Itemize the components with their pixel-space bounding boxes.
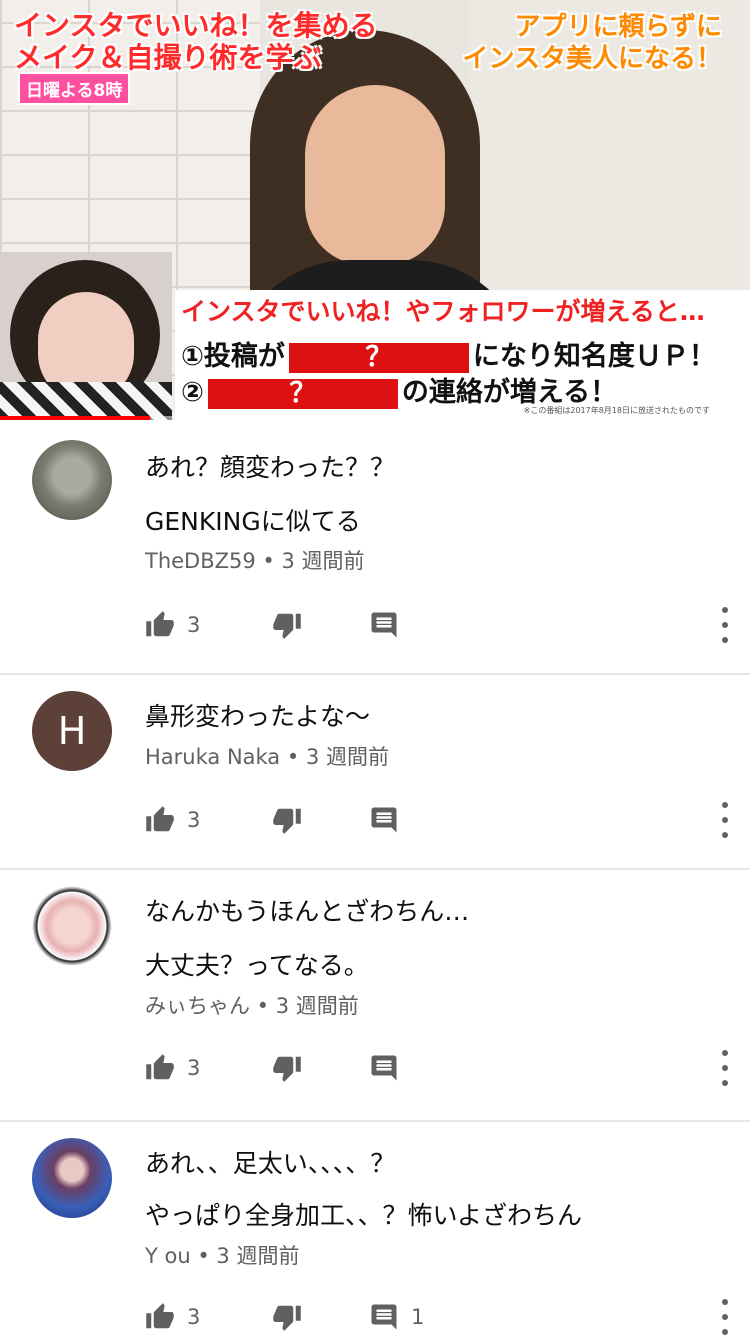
like-button[interactable]: 3 (145, 605, 200, 645)
comment-meta: Haruka Naka • 3 週間前 (145, 745, 389, 769)
comment-time: 3 週間前 (305, 745, 389, 769)
comment-text-line: あれ、、足太い、、、、？ (145, 1149, 396, 1178)
board-line-1: インスタでいいね！やフォロワーが増えると… (181, 297, 705, 326)
board-mask-2: ？ (207, 378, 398, 409)
comment-text-line: なんかもうほんとざわちん… (145, 897, 470, 926)
like-button[interactable]: 3 (145, 800, 200, 840)
thumb-up-icon (146, 806, 174, 832)
comment-meta: Y ou • 3 週間前 (145, 1244, 300, 1268)
avatar[interactable]: H (32, 691, 112, 771)
comment-item: H 鼻形変わったよな〜 Haruka Naka • 3 週間前 3 (0, 675, 750, 870)
author-name[interactable]: みぃちゃん (145, 994, 250, 1018)
avatar[interactable] (32, 886, 112, 966)
like-count: 3 (187, 1305, 201, 1329)
comment-text-line: GENKINGに似てる (145, 507, 361, 536)
like-count: 3 (187, 808, 201, 832)
comment-meta: みぃちゃん • 3 週間前 (145, 994, 359, 1018)
comment-icon (371, 807, 397, 833)
comment-actions: 3 (145, 1048, 730, 1088)
comment-item: あれ、、足太い、、、、？ やっぱり全身加工、、？怖いよざわちん Y ou • 3… (0, 1122, 750, 1342)
author-name[interactable]: TheDBZ59 (145, 549, 256, 573)
comment-icon (371, 1304, 397, 1330)
broadcast-note: ※この番組は2017年8月18日に放送されたものです (523, 406, 710, 415)
caption-right-2: インスタ美人になる！ (462, 44, 722, 74)
dislike-button[interactable] (272, 800, 302, 840)
video-player[interactable]: インスタでいいね！を集める メイク＆自撮り術を学ぶ 日曜よる8時 アプリに頼らず… (0, 0, 750, 420)
caption-title-2: メイク＆自撮り術を学ぶ (14, 41, 322, 74)
comment-text-line: あれ？顔変わった？？ (145, 453, 396, 482)
comment-time: 3 週間前 (216, 1244, 300, 1268)
thumb-up-icon (146, 1303, 174, 1329)
schedule-tag: 日曜よる8時 (18, 72, 131, 105)
more-vert-icon[interactable] (720, 1299, 730, 1335)
author-name[interactable]: Y ou (145, 1244, 191, 1268)
more-vert-icon[interactable] (720, 607, 730, 643)
comment-text-line: やっぱり全身加工、、？怖いよざわちん (145, 1201, 583, 1230)
thumb-up-icon (146, 1054, 174, 1080)
avatar[interactable] (32, 1138, 112, 1218)
comment-actions: 3 (145, 800, 730, 840)
comment-actions: 3 1 (145, 1297, 730, 1337)
comment-meta: TheDBZ59 • 3 週間前 (145, 549, 365, 573)
comment-item: あれ？顔変わった？？ GENKINGに似てる TheDBZ59 • 3 週間前 … (0, 420, 750, 675)
like-count: 3 (187, 613, 201, 637)
board-line-3: ②？の連絡が増える！ (181, 377, 618, 409)
like-button[interactable]: 3 (145, 1048, 200, 1088)
comment-icon (371, 1055, 397, 1081)
comment-text-line: 大丈夫？ってなる。 (145, 951, 369, 980)
thumb-down-icon (273, 1305, 301, 1331)
dislike-button[interactable] (272, 1048, 302, 1088)
dislike-button[interactable] (272, 1297, 302, 1337)
thumb-down-icon (273, 808, 301, 834)
comment-icon (371, 612, 397, 638)
thumb-down-icon (273, 1056, 301, 1082)
more-vert-icon[interactable] (720, 1050, 730, 1086)
board-mask-1: ？ (288, 342, 469, 373)
like-button[interactable]: 3 (145, 1297, 200, 1337)
caption-board: インスタでいいね！やフォロワーが増えると… ①投稿が？になり知名度ＵＰ！ ②？の… (175, 290, 750, 420)
author-name[interactable]: Haruka Naka (145, 745, 280, 769)
more-vert-icon[interactable] (720, 802, 730, 838)
comment-time: 3 週間前 (275, 994, 359, 1018)
reply-count: 1 (411, 1305, 425, 1329)
comment-item: なんかもうほんとざわちん… 大丈夫？ってなる。 みぃちゃん • 3 週間前 3 (0, 870, 750, 1122)
dislike-button[interactable] (272, 605, 302, 645)
reply-button[interactable]: 1 (369, 1297, 424, 1337)
reply-button[interactable] (369, 800, 411, 840)
comment-actions: 3 (145, 605, 730, 645)
comment-text-line: 鼻形変わったよな〜 (145, 702, 371, 731)
like-count: 3 (187, 1056, 201, 1080)
thumb-up-icon (146, 611, 174, 637)
thumb-down-icon (273, 613, 301, 639)
reply-button[interactable] (369, 605, 411, 645)
inset-photo (0, 252, 172, 420)
comment-time: 3 週間前 (281, 549, 365, 573)
board-line-2: ①投稿が？になり知名度ＵＰ！ (181, 341, 716, 373)
avatar[interactable] (32, 440, 112, 520)
reply-button[interactable] (369, 1048, 411, 1088)
